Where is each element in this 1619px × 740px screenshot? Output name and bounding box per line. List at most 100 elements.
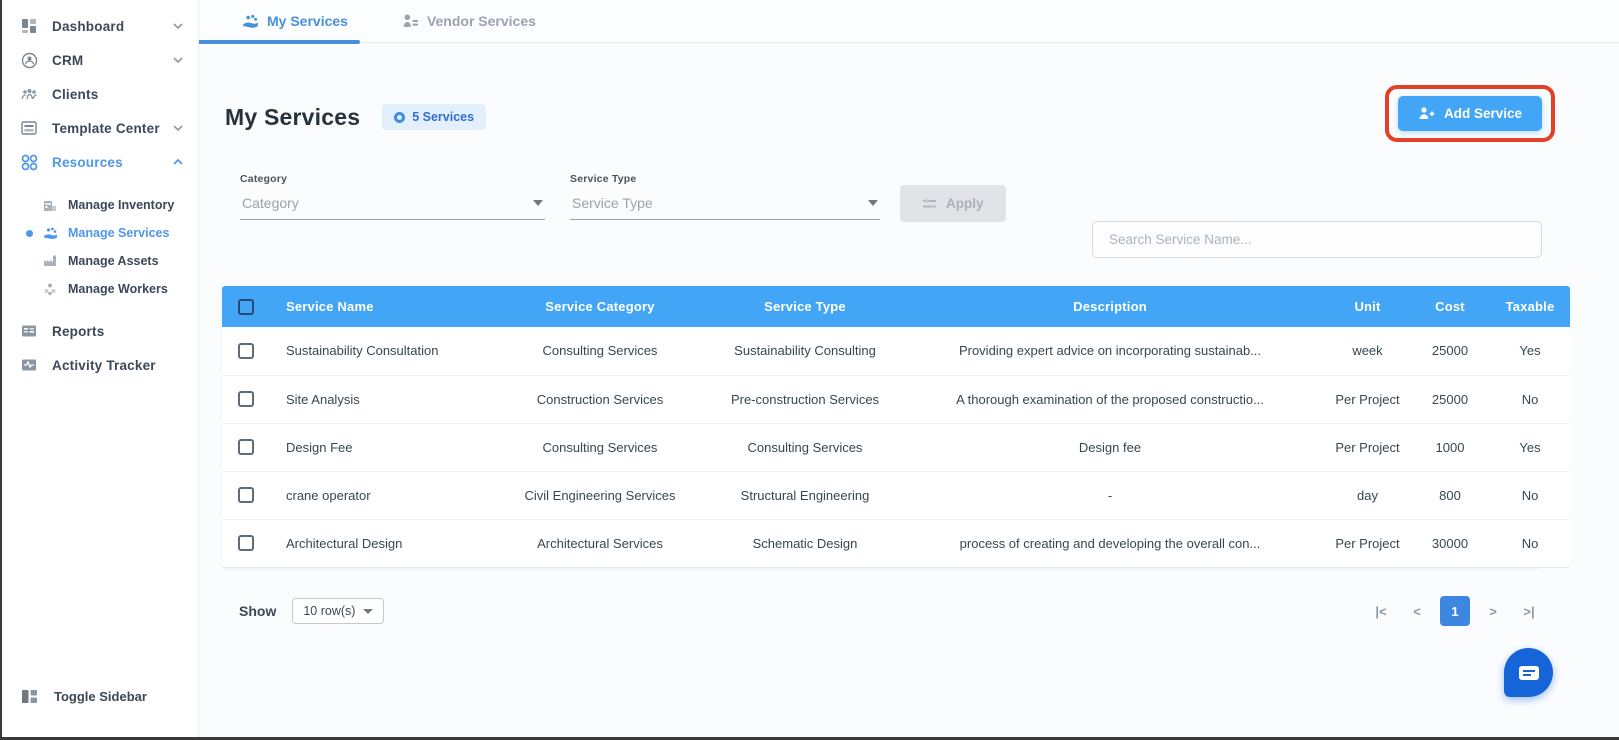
add-service-button[interactable]: Add Service — [1397, 96, 1542, 131]
template-center-icon — [20, 119, 38, 137]
chevron-down-icon — [173, 57, 183, 64]
cell-service-name: crane operator — [270, 471, 485, 520]
column-header[interactable]: Taxable — [1490, 286, 1570, 327]
apply-button[interactable]: Apply — [900, 185, 1006, 222]
cell-taxable: Yes — [1490, 327, 1570, 376]
dashboard-icon — [20, 17, 38, 35]
column-header[interactable]: Service Name — [270, 286, 485, 327]
content: My Services 5 Services Add Service Categ… — [222, 43, 1570, 737]
current-page-button[interactable]: 1 — [1440, 596, 1470, 626]
row-checkbox[interactable] — [238, 343, 254, 360]
toggle-sidebar-label: Toggle Sidebar — [54, 688, 147, 704]
sidebar-item-label: Manage Services — [68, 226, 170, 240]
services-count-badge: 5 Services — [382, 104, 487, 130]
row-checkbox[interactable] — [238, 535, 254, 552]
sidebar-item-manage-inventory[interactable]: Manage Inventory — [2, 191, 198, 219]
category-select[interactable]: Category — [240, 185, 545, 220]
page-header: My Services 5 Services Add Service — [225, 85, 1555, 142]
column-header[interactable]: Description — [895, 286, 1325, 327]
sidebar-item-manage-assets[interactable]: Manage Assets — [2, 247, 198, 275]
tab-vendor-services[interactable]: Vendor Services — [390, 0, 548, 42]
column-header[interactable]: Unit — [1325, 286, 1410, 327]
table-row[interactable]: Sustainability Consultation Consulting S… — [222, 327, 1570, 376]
column-header[interactable]: Service Type — [715, 286, 895, 327]
column-header[interactable]: Cost — [1410, 286, 1490, 327]
cell-unit: day — [1325, 471, 1410, 520]
tab-my-services[interactable]: My Services — [170, 0, 360, 44]
sidebar-item-label: Manage Workers — [68, 282, 168, 296]
sliders-icon — [923, 199, 936, 209]
toggle-sidebar-button[interactable]: Toggle Sidebar — [2, 687, 147, 705]
cell-service-category: Civil Engineering Services — [485, 471, 715, 520]
reports-icon — [20, 322, 38, 340]
cell-unit: Per Project — [1325, 519, 1410, 568]
sidebar-item-label: Dashboard — [52, 18, 125, 34]
sidebar: Dashboard CRM Clients Template Center Re… — [2, 0, 199, 737]
app-window: Dashboard CRM Clients Template Center Re… — [0, 0, 1619, 740]
sidebar-item-clients[interactable]: Clients — [2, 77, 198, 111]
table-row[interactable]: Site Analysis Construction Services Pre-… — [222, 375, 1570, 424]
crm-icon — [20, 51, 38, 69]
chat-widget-button[interactable] — [1504, 648, 1553, 697]
sidebar-item-template-center[interactable]: Template Center — [2, 111, 198, 145]
search-row — [1092, 221, 1542, 258]
chevron-down-icon — [173, 23, 183, 30]
table-footer: Show 10 row(s) |< < 1 > >| — [225, 591, 1542, 631]
sidebar-item-label: Manage Assets — [68, 254, 159, 268]
my-services-icon — [243, 14, 258, 28]
table-row[interactable]: Design Fee Consulting Services Consultin… — [222, 423, 1570, 472]
active-dot — [26, 229, 33, 237]
sidebar-item-manage-workers[interactable]: Manage Workers — [2, 275, 198, 303]
prev-page-button[interactable]: < — [1404, 598, 1430, 624]
sidebar-item-dashboard[interactable]: Dashboard — [2, 9, 198, 43]
clients-icon — [20, 85, 38, 103]
cell-unit: Per Project — [1325, 375, 1410, 424]
sidebar-item-label: Activity Tracker — [52, 357, 156, 373]
sidebar-item-label: Template Center — [52, 120, 160, 136]
select-all-checkbox[interactable] — [238, 298, 254, 315]
row-checkbox[interactable] — [238, 391, 254, 408]
row-checkbox[interactable] — [238, 439, 254, 456]
page-title: My Services — [225, 103, 361, 130]
table-row[interactable]: Architectural Design Architectural Servi… — [222, 519, 1570, 568]
category-placeholder: Category — [242, 195, 299, 211]
manage-workers-icon — [42, 281, 58, 297]
last-page-button[interactable]: >| — [1516, 598, 1542, 624]
sidebar-item-activity-tracker[interactable]: Activity Tracker — [2, 348, 198, 382]
cell-service-type: Pre-construction Services — [715, 375, 895, 424]
cell-service-type: Structural Engineering — [715, 471, 895, 520]
toggle-sidebar-icon — [20, 687, 38, 705]
table-row[interactable]: crane operator Civil Engineering Service… — [222, 471, 1570, 520]
service-type-select[interactable]: Service Type — [570, 185, 880, 220]
cell-cost: 25000 — [1410, 375, 1490, 424]
cell-description: process of creating and developing the o… — [895, 519, 1325, 568]
add-service-label: Add Service — [1443, 106, 1522, 121]
sidebar-item-reports[interactable]: Reports — [2, 314, 198, 348]
next-page-button[interactable]: > — [1480, 598, 1506, 624]
add-service-icon — [1419, 107, 1435, 119]
apply-label: Apply — [946, 196, 984, 211]
sidebar-item-resources[interactable]: Resources — [2, 145, 198, 179]
cell-unit: Per Project — [1325, 423, 1410, 472]
rows-per-page-select[interactable]: 10 row(s) — [292, 598, 385, 624]
sidebar-item-manage-services[interactable]: Manage Services — [2, 219, 198, 247]
sidebar-item-crm[interactable]: CRM — [2, 43, 198, 77]
cell-description: Providing expert advice on incorporating… — [895, 327, 1325, 376]
row-checkbox[interactable] — [238, 487, 254, 504]
sidebar-item-label: CRM — [52, 52, 84, 68]
caret-down-icon — [363, 608, 374, 614]
caret-down-icon — [868, 200, 878, 206]
cell-unit: week — [1325, 327, 1410, 376]
main-area: My Services Vendor Services My Services … — [170, 0, 1619, 737]
column-header[interactable]: Service Category — [485, 286, 715, 327]
tab-label: My Services — [267, 13, 348, 29]
show-label: Show — [239, 603, 277, 619]
cell-description: - — [895, 471, 1325, 520]
services-count-label: 5 Services — [412, 110, 475, 124]
first-page-button[interactable]: |< — [1368, 598, 1394, 624]
cell-cost: 30000 — [1410, 519, 1490, 568]
caret-down-icon — [533, 200, 543, 206]
search-service-input[interactable] — [1092, 221, 1542, 258]
vendor-services-icon — [403, 13, 418, 27]
table-header-row: Service Name Service Category Service Ty… — [222, 286, 1570, 327]
